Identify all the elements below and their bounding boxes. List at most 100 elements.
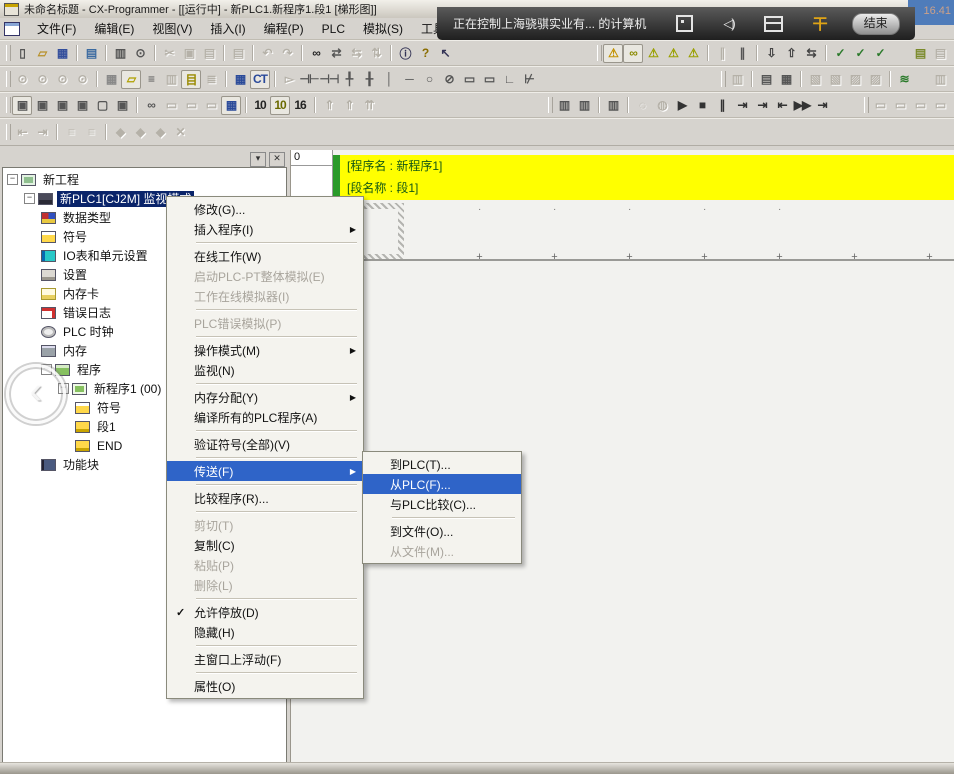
new-coil-icon[interactable]: ○	[419, 70, 439, 89]
back-chevron-overlay[interactable]: ‹	[6, 364, 66, 424]
menu-compare-program[interactable]: ✓ 比较程序(R)... ▶	[167, 488, 363, 508]
io-multiple-view-icon[interactable]: ▦	[230, 70, 250, 89]
toolbar-icon[interactable]	[796, 70, 805, 89]
toolbar-icon[interactable]	[379, 96, 546, 115]
redo-icon[interactable]: ↷	[277, 44, 297, 63]
toolbar-icon[interactable]	[52, 123, 61, 142]
set-value-icon[interactable]: ▨	[865, 70, 885, 89]
toolbar-icon[interactable]	[4, 44, 12, 63]
speaker-icon[interactable]: ◁)	[723, 16, 733, 32]
hex-monitor-icon[interactable]: 16	[290, 96, 310, 115]
menu-validate-symbols-all[interactable]: ✓ 验证符号(全部)(V) ▶	[167, 434, 363, 454]
context-menu-item[interactable]: ✓ ▶	[167, 333, 363, 340]
menu-simulation[interactable]: 模拟(S)	[354, 18, 412, 39]
menu-compile-all-plc-programs[interactable]: ✓ 编译所有的PLC程序(A) ▶	[167, 407, 363, 427]
menu-cut[interactable]: ✓ 剪切(T) ▶	[167, 515, 363, 535]
toolbar-icon[interactable]	[890, 44, 910, 63]
block-comment-icon[interactable]: ≡	[61, 123, 81, 142]
check-program-icon[interactable]: ▤	[81, 44, 101, 63]
online-edit-icon[interactable]: ✓	[870, 44, 890, 63]
toolbar-icon[interactable]	[297, 44, 306, 63]
download-to-plc-icon[interactable]: ⇩	[761, 44, 781, 63]
toolbar-icon[interactable]	[832, 96, 862, 115]
cross-ref-report-icon[interactable]: ▥	[930, 70, 950, 89]
new-vertical-line-icon[interactable]: │	[379, 70, 399, 89]
paste-icon[interactable]: ▤	[199, 44, 219, 63]
copy-icon[interactable]: ▣	[179, 44, 199, 63]
retrace-icon[interactable]: ⇅	[366, 44, 386, 63]
data-area-icon[interactable]: ▤	[756, 70, 776, 89]
ft-view1-icon[interactable]: ▭	[870, 96, 890, 115]
sim-network-icon[interactable]: ◍	[652, 96, 672, 115]
zoom-to-fit-icon[interactable]: ⊙	[52, 70, 72, 89]
go-to-rung-icon[interactable]: ◆	[110, 123, 130, 142]
toolbar-icon[interactable]	[270, 70, 279, 89]
address-reference-icon[interactable]: ▢	[92, 96, 112, 115]
compile-section-icon[interactable]: ✓	[850, 44, 870, 63]
submenu-item[interactable]: ✓ ▶	[363, 514, 521, 521]
context-menu-item[interactable]: ✓ ▶	[167, 595, 363, 602]
toolbar-icon[interactable]	[150, 44, 159, 63]
watch-window3-icon[interactable]: ▣	[72, 96, 92, 115]
ct-view-icon[interactable]: CT	[250, 70, 270, 89]
panel-float-button[interactable]: ▾	[250, 152, 266, 167]
diff-monitor-icon[interactable]: ⚠	[643, 44, 663, 63]
menu-float-on-main-window[interactable]: ✓ 主窗口上浮动(F) ▶	[167, 649, 363, 669]
menu-program[interactable]: 编程(P)	[255, 18, 313, 39]
toolbar-icon[interactable]	[132, 96, 141, 115]
menu-transfer[interactable]: ✓ 传送(F) ▶	[167, 461, 363, 481]
ladder-window-icon[interactable]	[4, 22, 20, 36]
toolbar-icon[interactable]	[72, 44, 81, 63]
toolbar-icon[interactable]	[885, 70, 894, 89]
toolbar-icon[interactable]	[623, 96, 632, 115]
help-icon[interactable]: ?	[415, 44, 435, 63]
expand-collapse-icon[interactable]	[24, 193, 35, 204]
menu-plc[interactable]: PLC	[313, 20, 354, 38]
decimal-monitor-icon[interactable]: 10	[250, 96, 270, 115]
toolbar-icon[interactable]	[821, 44, 830, 63]
force-cancel-icon[interactable]: ▨	[845, 70, 865, 89]
submenu-compare-with-plc[interactable]: ✓ 与PLC比较(C)... ▶	[363, 494, 521, 514]
context-menu-item[interactable]: ✓ ▶	[167, 427, 363, 434]
transfer-program-icon[interactable]: ▥	[727, 70, 747, 89]
toolbar-icon[interactable]	[221, 70, 230, 89]
sim-scan-run-icon[interactable]: ⇥	[812, 96, 832, 115]
submenu-to-file[interactable]: ✓ 到文件(O)... ▶	[363, 521, 521, 541]
tree-item-new-project[interactable]: 新工程	[3, 170, 286, 189]
new-instruction-icon[interactable]: ▭	[459, 70, 479, 89]
context-menu-item[interactable]: ✓ ▶	[167, 239, 363, 246]
work-online-icon[interactable]: ⚠	[603, 44, 623, 63]
menu-plc-pt-simulation[interactable]: ✓ 启动PLC-PT整体模拟(E) ▶	[167, 266, 363, 286]
tools-icon[interactable]: 干	[813, 13, 828, 34]
end-session-button[interactable]: 结束	[852, 13, 900, 35]
toolbar-icon[interactable]	[546, 96, 554, 115]
paste-attributes-icon[interactable]: ▤	[228, 44, 248, 63]
toolbar-icon[interactable]	[101, 123, 110, 142]
menu-allow-docking[interactable]: ✓ 允许停放(D) ▶	[167, 602, 363, 622]
monitor-icon[interactable]: ∞	[623, 44, 643, 63]
symbol-table-icon[interactable]: ▱	[121, 70, 141, 89]
toolbar-icon[interactable]	[595, 44, 603, 63]
sim-step-out-icon[interactable]: ⇤	[772, 96, 792, 115]
toolbar-icon[interactable]	[248, 44, 257, 63]
new-or-closed-contact-icon[interactable]: ╂	[359, 70, 379, 89]
toolbar-icon[interactable]	[92, 70, 101, 89]
force-on-icon[interactable]: ▧	[805, 70, 825, 89]
new-contact-icon[interactable]: ⊣⊢	[299, 70, 319, 89]
monitor-bin-icon[interactable]: ▭	[201, 96, 221, 115]
toolbar-icon[interactable]	[747, 70, 756, 89]
ft-view4-icon[interactable]: ▭	[930, 96, 950, 115]
menu-work-online-simulator[interactable]: ✓ 工作在线模拟器(I) ▶	[167, 286, 363, 306]
new-horizontal-line-icon[interactable]: ─	[399, 70, 419, 89]
menu-memory-allocation[interactable]: ✓ 内存分配(Y) ▶	[167, 387, 363, 407]
monitor-data-icon[interactable]: ∞	[141, 96, 161, 115]
cut-icon[interactable]: ✂	[159, 44, 179, 63]
watch-window-icon[interactable]: ≋	[894, 70, 914, 89]
sim-pause-icon[interactable]: ∥	[712, 96, 732, 115]
zoom-in-icon[interactable]: ⊙	[12, 70, 32, 89]
toolbar-icon[interactable]	[752, 44, 761, 63]
sim-step-run-icon[interactable]: ⇥	[732, 96, 752, 115]
open-file-icon[interactable]: ▱	[32, 44, 52, 63]
replace-icon[interactable]: ⇄	[326, 44, 346, 63]
toolbar-icon[interactable]	[862, 96, 870, 115]
